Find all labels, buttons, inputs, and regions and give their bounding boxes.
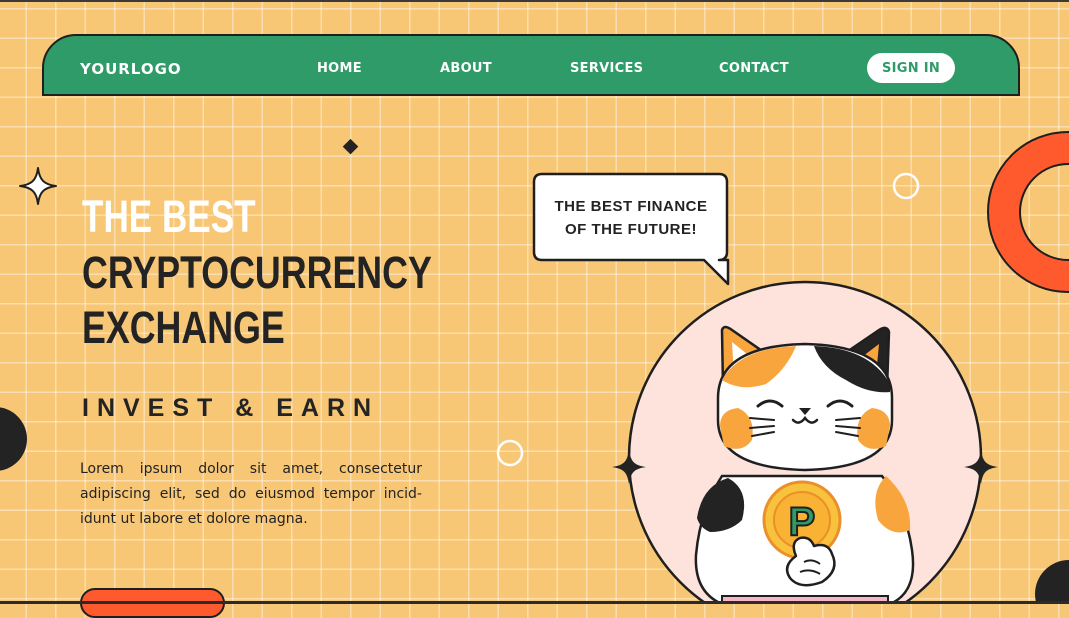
- hero-title-line2: CRYPTOCURRENCY: [82, 247, 432, 298]
- hero-subtitle: INVEST & EARN: [82, 394, 380, 422]
- hero-description-line: idunt ut labore et dolore magna.: [80, 511, 308, 527]
- lucky-cat-illustration: P: [612, 280, 998, 604]
- sign-in-button[interactable]: SIGN IN: [867, 53, 955, 83]
- dark-corner-circle-shape: [1035, 560, 1069, 604]
- hero-title-line1: THE BEST: [82, 191, 256, 242]
- hero-description-line: adipiscing elit, sed do eiusmod tempor i…: [80, 486, 422, 502]
- sparkle-icon: [19, 167, 57, 205]
- hero-description-line: Lorem ipsum dolor sit amet, consectetur: [80, 461, 422, 477]
- hero-title-line3: EXCHANGE: [82, 302, 285, 353]
- nav-link-services[interactable]: SERVICES: [570, 61, 643, 76]
- diamond-icon: [342, 138, 359, 155]
- navbar: YOURLOGO HOME ABOUT SERVICES CONTACT SIG…: [42, 34, 1020, 96]
- speech-bubble-line: THE BEST FINANCE: [554, 198, 708, 215]
- speech-bubble-text: THE BEST FINANCE OF THE FUTURE!: [535, 195, 727, 241]
- speech-bubble-line: OF THE FUTURE!: [565, 221, 697, 238]
- nav-link-contact[interactable]: CONTACT: [719, 61, 789, 76]
- orange-ring-shape: [987, 131, 1069, 293]
- nav-link-home[interactable]: HOME: [317, 61, 362, 76]
- site-logo[interactable]: YOURLOGO: [80, 60, 182, 78]
- ring-icon: [496, 439, 524, 467]
- top-frame-edge: [0, 0, 1069, 2]
- nav-link-about[interactable]: ABOUT: [440, 61, 492, 76]
- hero-description: Lorem ipsum dolor sit amet, consectetur …: [80, 457, 422, 532]
- ring-icon: [892, 172, 920, 200]
- dark-half-circle-shape: [0, 407, 27, 471]
